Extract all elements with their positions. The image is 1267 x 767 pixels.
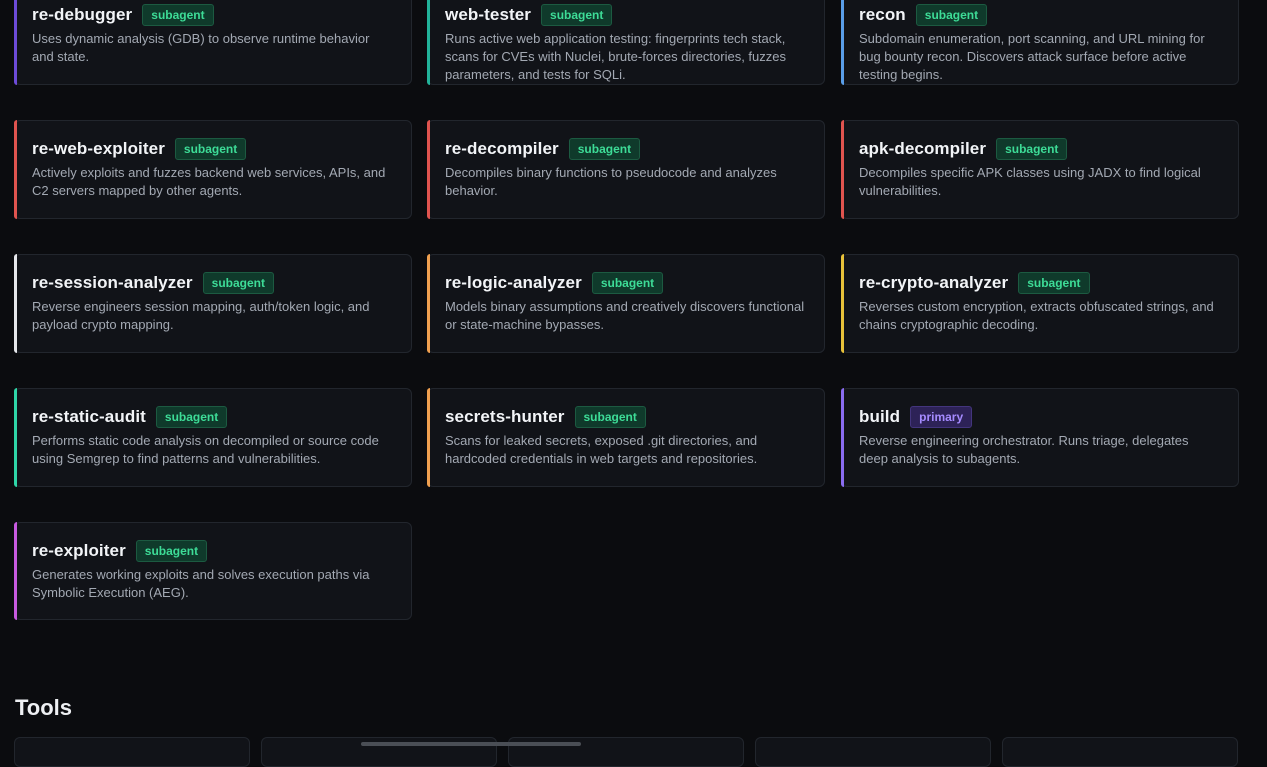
agent-name: apk-decompiler <box>859 139 987 158</box>
agent-description: Reverses custom encryption, extracts obf… <box>859 299 1214 332</box>
agent-card-header: re-exploiter subagent <box>32 539 393 563</box>
agent-card-header: recon subagent <box>859 3 1220 27</box>
agent-description: Uses dynamic analysis (GDB) to observe r… <box>32 31 370 64</box>
agent-card-header: re-session-analyzer subagent <box>32 271 393 295</box>
agent-name: secrets-hunter <box>445 407 565 426</box>
agent-card-header: re-decompiler subagent <box>445 137 806 161</box>
agent-card-re-session-analyzer[interactable]: re-session-analyzer subagent Reverse engin… <box>14 254 412 353</box>
agent-type-badge: subagent <box>996 138 1068 160</box>
tool-card[interactable] <box>1002 737 1238 767</box>
agent-card-header: secrets-hunter subagent <box>445 405 806 429</box>
agent-description: Subdomain enumeration, port scanning, an… <box>859 31 1205 82</box>
agent-type-badge: subagent <box>541 4 613 26</box>
agent-type-badge: subagent <box>174 138 247 160</box>
agent-type-badge: primary <box>910 406 973 428</box>
agent-card-header: re-logic-analyzer subagent <box>445 271 806 295</box>
agent-description: Reverse engineers session mapping, auth/… <box>32 299 370 332</box>
agent-name: re-decompiler <box>445 139 559 158</box>
agent-name: recon <box>859 5 906 24</box>
agent-card-header: build primary <box>859 405 1220 429</box>
agent-name: re-web-exploiter <box>32 139 165 158</box>
agent-card-web-tester[interactable]: web-tester subagent Runs active web applic… <box>427 0 825 85</box>
agent-card-header: re-web-exploiter subagent <box>32 137 393 161</box>
agent-card-re-exploiter[interactable]: re-exploiter subagent Generates working ex… <box>14 522 412 620</box>
agent-name: re-crypto-analyzer <box>859 273 1009 292</box>
agent-description: Models binary assumptions and creatively… <box>445 299 805 332</box>
agent-description: Performs static code analysis on decompi… <box>32 433 379 466</box>
agent-card-secrets-hunter[interactable]: secrets-hunter subagent Scans for leaked s… <box>427 388 825 487</box>
agent-card-recon[interactable]: recon subagent Subdomain enumeration, port… <box>841 0 1239 85</box>
agent-card-header: re-debugger subagent <box>32 3 393 27</box>
agent-name: re-static-audit <box>32 407 146 426</box>
agent-type-badge: subagent <box>202 272 274 294</box>
agent-card-header: re-static-audit subagent <box>32 405 393 429</box>
agent-name: web-tester <box>445 5 532 24</box>
agent-type-badge: subagent <box>915 4 988 26</box>
agent-name: re-logic-analyzer <box>445 273 582 292</box>
agent-card-build[interactable]: build primary Reverse engineering orchestr… <box>841 388 1239 487</box>
agent-description: Actively exploits and fuzzes backend web… <box>32 165 386 198</box>
agent-description: Runs active web application testing: fin… <box>445 31 787 82</box>
agent-description: Generates working exploits and solves ex… <box>32 567 370 600</box>
agent-card-re-web-exploiter[interactable]: re-web-exploiter subagent Actively exploit… <box>14 120 412 219</box>
agent-card-re-static-audit[interactable]: re-static-audit subagent Performs static c… <box>14 388 412 487</box>
agent-card-re-crypto-analyzer[interactable]: re-crypto-analyzer subagent Reverses custo… <box>841 254 1239 353</box>
horizontal-scrollbar[interactable] <box>361 742 581 746</box>
agent-type-badge: subagent <box>155 406 228 428</box>
agent-type-badge: subagent <box>142 4 214 26</box>
agent-type-badge: subagent <box>135 540 208 562</box>
agent-name: build <box>859 407 901 426</box>
agent-card-header: web-tester subagent <box>445 3 806 27</box>
agent-card-re-logic-analyzer[interactable]: re-logic-analyzer subagent Models binary a… <box>427 254 825 353</box>
agent-card-header: re-crypto-analyzer subagent <box>859 271 1220 295</box>
tool-card[interactable] <box>14 737 250 767</box>
agent-name: re-debugger <box>32 5 133 24</box>
agent-name: re-exploiter <box>32 541 126 560</box>
agent-card-re-debugger[interactable]: re-debugger subagent Uses dynamic analysis… <box>14 0 412 85</box>
agent-description: Reverse engineering orchestrator. Runs t… <box>859 433 1189 466</box>
agent-description: Decompiles specific APK classes using JA… <box>859 165 1201 198</box>
agent-card-apk-decompiler[interactable]: apk-decompiler subagent Decompiles specifi… <box>841 120 1239 219</box>
tools-section-title: Tools <box>15 695 73 720</box>
agent-name: re-session-analyzer <box>32 273 193 292</box>
agent-type-badge: subagent <box>568 138 641 160</box>
agent-card-header: apk-decompiler subagent <box>859 137 1220 161</box>
agent-card-re-decompiler[interactable]: re-decompiler subagent Decompiles binary f… <box>427 120 825 219</box>
agent-type-badge: subagent <box>591 272 664 294</box>
agent-type-badge: subagent <box>574 406 646 428</box>
agent-description: Decompiles binary functions to pseudocod… <box>445 165 777 198</box>
agent-type-badge: subagent <box>1018 272 1090 294</box>
agent-description: Scans for leaked secrets, exposed .git d… <box>445 433 758 466</box>
tool-card[interactable] <box>755 737 991 767</box>
